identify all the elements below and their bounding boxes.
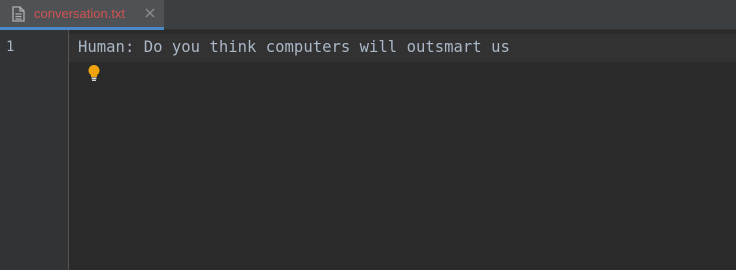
file-icon (12, 6, 25, 22)
line-gutter: 1 (0, 30, 69, 270)
tab-conversation[interactable]: conversation.txt (0, 0, 164, 30)
close-icon[interactable] (144, 7, 156, 19)
lightbulb-icon[interactable] (86, 64, 102, 82)
line-number: 1 (6, 39, 15, 55)
tab-label: conversation.txt (34, 6, 126, 21)
editor-area[interactable]: 1 Human: Do you think computers will out… (0, 30, 736, 270)
tab-bar: conversation.txt (0, 0, 736, 30)
code-line[interactable]: Human: Do you think computers will outsm… (78, 38, 510, 56)
editor-window: conversation.txt 1 Human: Do you think c… (0, 0, 736, 270)
